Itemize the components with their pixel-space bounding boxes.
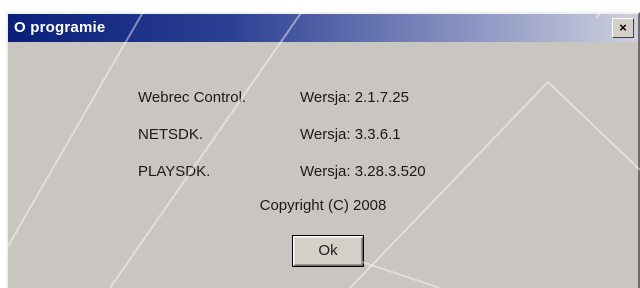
ok-button[interactable]: Ok — [292, 235, 364, 267]
title-bar[interactable]: O programie × — [8, 14, 638, 42]
component-name: PLAYSDK. — [138, 163, 211, 180]
copyright-text: Copyright (C) 2008 — [259, 197, 387, 214]
component-version: Wersja: 3.28.3.520 — [300, 163, 426, 180]
component-version: Wersja: 3.3.6.1 — [300, 126, 401, 143]
component-name: NETSDK. — [138, 126, 204, 143]
component-version: Wersja: 2.1.7.25 — [300, 89, 409, 106]
close-button[interactable]: × — [612, 18, 634, 38]
component-name: Webrec Control. — [138, 89, 247, 106]
dialog-title: O programie — [14, 19, 106, 36]
close-icon: × — [619, 20, 627, 35]
about-dialog: O programie × Webrec Control. Wersja: 2.… — [6, 12, 640, 288]
